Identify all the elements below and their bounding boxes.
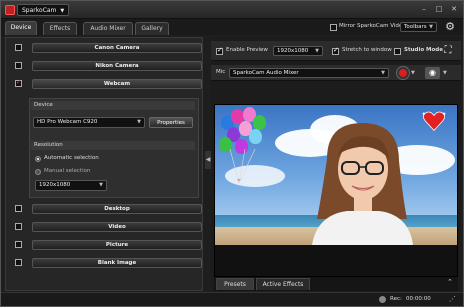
auto-resolution-radio[interactable] (35, 156, 41, 162)
preview-resolution-dropdown[interactable]: 1920x1080 ▼ (273, 46, 323, 56)
enable-preview-label: Enable Preview (226, 47, 268, 53)
manual-resolution-label: Manual selection (44, 168, 91, 174)
picture-button[interactable]: Picture (32, 240, 202, 250)
source-row-video: Video (10, 222, 202, 232)
desktop-button[interactable]: Desktop (32, 204, 202, 214)
webcam-settings: Device HD Pro Webcam C920 ▼ Properties Re… (29, 98, 199, 198)
tab-effects[interactable]: Effects (43, 22, 77, 35)
resolution-section-header: Resolution (31, 141, 195, 150)
toolbars-dropdown[interactable]: Toolbars ▼ (400, 22, 437, 32)
properties-button[interactable]: Properties (149, 117, 193, 128)
preview-controls: Enable Preview 1920x1080 ▼ Stretch to win… (211, 41, 461, 61)
blank-image-button[interactable]: Blank Image (32, 258, 202, 268)
record-status-icon (379, 296, 386, 303)
expand-up-icon[interactable]: ⌃ (447, 278, 453, 286)
nikon-checkbox[interactable] (15, 62, 22, 69)
chevron-down-icon[interactable]: ▼ (443, 67, 447, 79)
app-window: SparkoCam ▼ – □ ✕ Device Effects Audio Mi… (0, 0, 464, 307)
device-dropdown[interactable]: HD Pro Webcam C920 ▼ (33, 117, 145, 128)
resize-grip-icon[interactable]: ⋰ (449, 295, 456, 303)
heart-icon (422, 111, 446, 132)
camera-preview (214, 104, 458, 277)
source-row-webcam: Webcam (10, 78, 202, 89)
tab-active-effects[interactable]: Active Effects (256, 278, 310, 290)
chevron-down-icon: ▼ (137, 119, 141, 125)
webcam-button[interactable]: Webcam (32, 79, 202, 89)
video-checkbox[interactable] (15, 223, 22, 230)
balloon (253, 115, 266, 130)
app-menu-button[interactable]: SparkoCam ▼ (17, 4, 70, 16)
app-menu-label: SparkoCam (22, 7, 57, 14)
chevron-down-icon: ▼ (99, 182, 103, 188)
bottom-tabs: Presets Active Effects ⌃ (214, 277, 458, 291)
preview-panel: Enable Preview 1920x1080 ▼ Stretch to win… (211, 37, 461, 291)
gear-icon[interactable]: ⚙ (443, 20, 457, 34)
rec-time: 00:00:00 (406, 296, 431, 302)
mic-dropdown[interactable]: SparkoCam Audio Mixer ▼ (229, 68, 389, 78)
source-row-picture: Picture (10, 240, 202, 250)
chevron-down-icon: ▼ (381, 70, 385, 76)
video-button[interactable]: Video (32, 222, 202, 232)
mic-controls: Mic SparkoCam Audio Mixer ▼ ▼ ◉ ▼ (211, 65, 461, 81)
fullscreen-icon[interactable]: ⛶ (442, 44, 454, 57)
title-bar: SparkoCam ▼ – □ ✕ (1, 1, 463, 19)
mic-value: SparkoCam Audio Mixer (233, 70, 299, 76)
close-button[interactable]: ✕ (447, 4, 461, 15)
mirror-label: Mirror SparkoCam Video (339, 23, 406, 29)
mic-label: Mic (216, 69, 226, 75)
desktop-checkbox[interactable] (15, 205, 22, 212)
manual-resolution-value: 1920x1080 (39, 182, 71, 188)
source-row-canon: Canon Camera (10, 43, 202, 53)
person (312, 123, 413, 245)
maximize-button[interactable]: □ (432, 4, 446, 15)
source-row-desktop: Desktop (10, 204, 202, 214)
source-row-blank: Blank Image (10, 258, 202, 268)
source-row-nikon: Nikon Camera (10, 61, 202, 71)
device-panel: Canon Camera Nikon Camera Webcam Device … (5, 37, 203, 291)
canon-camera-button[interactable]: Canon Camera (32, 43, 202, 53)
nikon-camera-button[interactable]: Nikon Camera (32, 61, 202, 71)
rec-label: Rec: (390, 296, 402, 302)
balloon-strings (229, 149, 256, 184)
chevron-down-icon: ▼ (429, 24, 433, 30)
studio-mode-checkbox[interactable] (394, 48, 401, 55)
camera-icon[interactable]: ◉ (425, 67, 440, 79)
stretch-checkbox[interactable] (332, 46, 339, 55)
chevron-down-icon: ▼ (60, 8, 65, 14)
balloon (249, 129, 262, 144)
tab-audio-mixer[interactable]: Audio Mixer (83, 22, 133, 35)
mirror-checkbox[interactable] (330, 24, 337, 31)
chevron-down-icon[interactable]: ▼ (411, 67, 415, 79)
studio-mode-label: Studio Mode (404, 47, 443, 53)
main-tabs: Device Effects Audio Mixer Gallery (1, 19, 207, 35)
canon-checkbox[interactable] (15, 44, 22, 51)
picture-checkbox[interactable] (15, 241, 22, 248)
minimize-button[interactable]: – (417, 4, 431, 15)
manual-resolution-radio[interactable] (35, 169, 41, 175)
device-value: HD Pro Webcam C920 (37, 119, 98, 125)
preview-resolution-value: 1920x1080 (277, 48, 309, 54)
enable-preview-checkbox[interactable] (216, 46, 223, 55)
tab-device[interactable]: Device (5, 21, 37, 35)
app-logo-icon (5, 5, 15, 15)
auto-resolution-label: Automatic selection (44, 155, 99, 161)
manual-resolution-dropdown[interactable]: 1920x1080 ▼ (35, 180, 107, 191)
tab-presets[interactable]: Presets (216, 278, 254, 290)
record-icon[interactable] (397, 67, 409, 79)
stretch-label: Stretch to window (342, 47, 392, 53)
toolbars-label: Toolbars (404, 24, 427, 30)
preview-image (215, 105, 457, 245)
status-bar: Rec: 00:00:00 ⋰ (1, 292, 463, 306)
blank-image-checkbox[interactable] (15, 259, 22, 266)
device-section-header: Device (31, 101, 195, 110)
chevron-down-icon: ▼ (315, 48, 319, 54)
webcam-checkbox[interactable] (15, 78, 22, 87)
tab-gallery[interactable]: Gallery (135, 22, 169, 35)
top-toolbar: Mirror SparkoCam Video Toolbars ▼ ⚙ (207, 19, 463, 35)
